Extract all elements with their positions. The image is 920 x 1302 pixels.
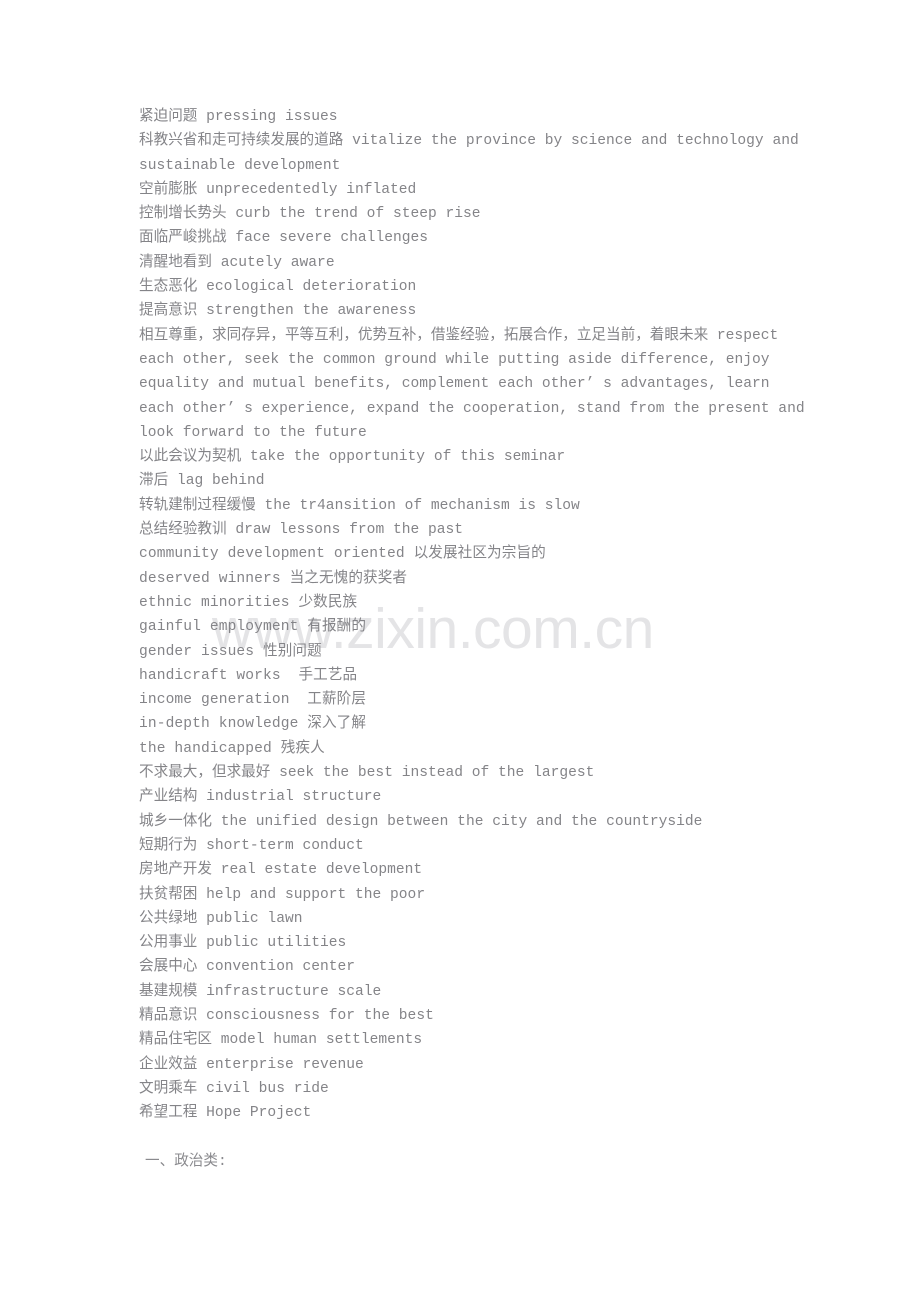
glossary-line: 会展中心 convention center [139,959,356,976]
glossary-line: 提高意识 strengthen the awareness [139,303,417,320]
glossary-line: 转轨建制过程缓慢 the tr4ansition of mechanism is… [139,497,580,514]
glossary-line: community development oriented 以发展社区为宗旨的 [139,546,546,563]
glossary-line: gender issues 性别问题 [139,643,322,660]
document-text-body: 紧迫问题 pressing issues 科教兴省和走可持续发展的道路 vita… [139,105,811,1174]
glossary-line: 城乡一体化 the unified design between the cit… [139,813,703,830]
glossary-line: the handicapped 残疾人 [139,740,325,757]
glossary-line: 滞后 lag behind [139,473,265,490]
glossary-line: 紧迫问题 pressing issues [139,109,338,125]
glossary-line: 清醒地看到 acutely aware [139,254,335,271]
glossary-line: 文明乘车 civil bus ride [139,1080,329,1097]
glossary-line: handicraft works 手工艺品 [139,667,358,684]
glossary-line: 公用事业 public utilities [139,935,347,952]
section-heading: 一、政治类: [145,1153,227,1170]
glossary-line: 科教兴省和走可持续发展的道路 vitalize the province by … [139,133,808,174]
glossary-line: 总结经验教训 draw lessons from the past [139,522,464,539]
glossary-line: 相互尊重，求同存异，平等互利，优势互补，借鉴经验，拓展合作，立足当前，着眼未来 … [139,327,814,441]
glossary-line: gainful employment 有报酬的 [139,619,367,636]
glossary-line: income generation 工薪阶层 [139,692,367,709]
glossary-line: ethnic minorities 少数民族 [139,594,358,611]
glossary-line: deserved winners 当之无愧的获奖者 [139,570,408,587]
glossary-line: 希望工程 Hope Project [139,1105,312,1122]
glossary-line: 精品住宅区 model human settlements [139,1032,423,1049]
glossary-line: 精品意识 consciousness for the best [139,1007,434,1024]
glossary-line: in-depth knowledge 深入了解 [139,716,367,733]
glossary-line: 空前膨胀 unprecedentedly inflated [139,181,417,198]
glossary-line: 公共绿地 public lawn [139,910,303,927]
document-page: www.zixin.com.cn 紧迫问题 pressing issues 科教… [0,0,920,1302]
glossary-line: 生态恶化 ecological deterioration [139,279,417,296]
glossary-line: 产业结构 industrial structure [139,789,382,806]
glossary-line: 扶贫帮困 help and support the poor [139,886,426,903]
glossary-line: 不求最大，但求最好 seek the best instead of the l… [139,765,595,782]
glossary-line: 面临严峻挑战 face severe challenges [139,230,428,247]
glossary-line: 基建规模 infrastructure scale [139,983,382,1000]
glossary-line: 企业效益 enterprise revenue [139,1056,364,1073]
glossary-line: 控制增长势头 curb the trend of steep rise [139,206,481,223]
glossary-line: 短期行为 short-term conduct [139,837,364,854]
glossary-line: 房地产开发 real estate development [139,862,423,879]
glossary-line: 以此会议为契机 take the opportunity of this sem… [139,449,566,466]
